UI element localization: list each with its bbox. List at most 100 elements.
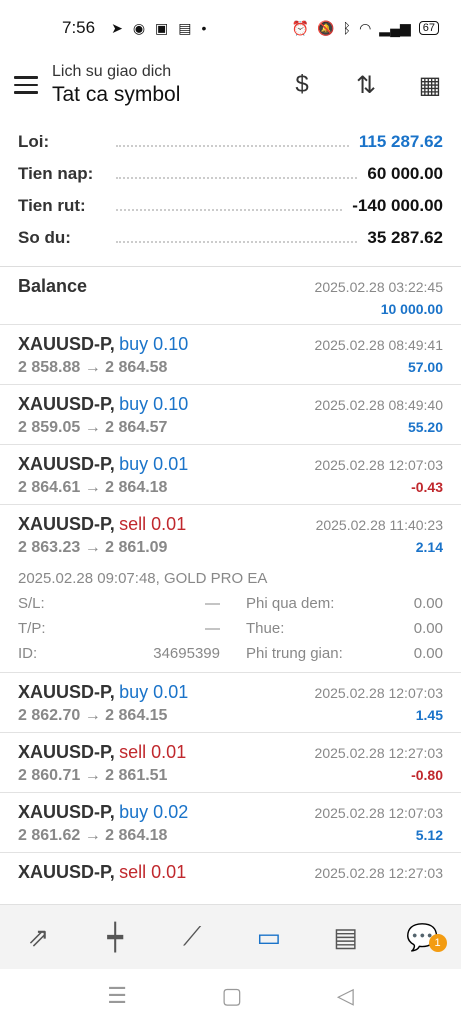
bottom-nav: ⇗ ┿ ⟋ ▭ ▤ 💬 1	[0, 904, 461, 969]
home-icon[interactable]: ▢	[222, 983, 243, 1009]
deal-time: 2025.02.28 03:22:45	[314, 279, 443, 295]
deal-row[interactable]: XAUUSD-P, sell 0.01 2025.02.28 12:27:03	[0, 853, 461, 890]
deal-side: buy 0.10	[119, 334, 189, 354]
menu-icon[interactable]	[14, 76, 38, 94]
sl-label: S/L:	[18, 595, 45, 612]
leader-dots	[116, 233, 358, 243]
page-title: Tat ca symbol	[52, 83, 181, 106]
calendar-icon[interactable]: ▦	[413, 71, 447, 100]
tp-value: —	[205, 620, 220, 637]
zalo-icon: ▣	[155, 19, 169, 36]
summary-label: Tien rut:	[18, 196, 86, 215]
summary-row-withdrawal: Tien rut: -140 000.00	[18, 190, 443, 222]
leader-dots	[116, 137, 349, 147]
back-icon[interactable]: ◁	[337, 983, 354, 1009]
deal-time: 2025.02.28 12:27:03	[314, 865, 443, 881]
deal-profit: 57.00	[407, 359, 443, 375]
page-subtitle: Lich su giao dich	[52, 63, 172, 80]
chat-badge: 1	[428, 933, 447, 952]
deal-symbol: XAUUSD-P,	[18, 742, 115, 762]
summary-row-balance: So du: 35 287.62	[18, 222, 443, 254]
id-value: 34695399	[153, 645, 220, 662]
deal-prices: 2 863.23 → 2 861.09	[18, 539, 168, 556]
deal-prices: 2 861.62 → 2 864.18	[18, 827, 168, 844]
summary-label: So du:	[18, 228, 71, 247]
deal-profit: 2.14	[415, 539, 443, 555]
summary-value: 115 287.62	[358, 132, 443, 151]
trade-icon[interactable]: ⟋	[170, 921, 214, 953]
deal-profit: -0.43	[411, 479, 443, 495]
app-bar: Lich su giao dich Tat ca symbol $ ⇅ ▦	[0, 56, 461, 114]
system-nav: ☰ ▢ ◁	[0, 968, 461, 1024]
chart-candles-icon[interactable]: ┿	[93, 922, 137, 953]
summary-label: Loi:	[18, 132, 50, 151]
summary-label: Tien nap:	[18, 164, 94, 183]
deal-time: 2025.02.28 12:07:03	[314, 457, 443, 473]
deal-profit: 5.12	[415, 827, 443, 843]
deal-symbol: XAUUSD-P,	[18, 334, 115, 354]
recents-icon[interactable]: ☰	[107, 983, 127, 1009]
dot-icon: •	[201, 20, 207, 36]
balance-row[interactable]: Balance 2025.02.28 03:22:45 10 000.00	[0, 267, 461, 325]
deal-prices: 2 859.05 → 2 864.57	[18, 419, 168, 436]
deal-row[interactable]: XAUUSD-P, buy 0.02 2025.02.28 12:07:03 2 …	[0, 793, 461, 853]
deal-row[interactable]: XAUUSD-P, buy 0.01 2025.02.28 12:07:03 2 …	[0, 445, 461, 505]
news-icon[interactable]: ▤	[324, 922, 368, 953]
deal-row[interactable]: XAUUSD-P, sell 0.01 2025.02.28 12:27:03 2…	[0, 733, 461, 793]
deal-row[interactable]: XAUUSD-P, buy 0.01 2025.02.28 12:07:03 2 …	[0, 673, 461, 733]
chat-icon[interactable]: 💬 1	[401, 922, 447, 953]
deal-row-expanded[interactable]: XAUUSD-P, sell 0.01 2025.02.28 11:40:23 2…	[0, 505, 461, 564]
sort-icon[interactable]: ⇅	[349, 71, 383, 100]
balance-label: Balance	[18, 276, 88, 296]
leader-dots	[116, 201, 343, 211]
deal-side: buy 0.01	[119, 682, 189, 702]
summary-panel: Loi: 115 287.62 Tien nap: 60 000.00 Tien…	[0, 114, 461, 267]
deal-side: buy 0.10	[119, 394, 189, 414]
balance-amount: 10 000.00	[380, 301, 443, 317]
tp-label: T/P:	[18, 620, 46, 637]
deal-prices: 2 858.88 → 2 864.58	[18, 359, 168, 376]
summary-row-profit: Loi: 115 287.62	[18, 126, 443, 158]
deal-prices: 2 860.71 → 2 861.51	[18, 767, 168, 784]
battery-icon: 67	[418, 21, 439, 35]
tax-value: 0.00	[413, 620, 443, 637]
signal-icon: ▂▄▆	[379, 19, 411, 36]
summary-row-deposit: Tien nap: 60 000.00	[18, 158, 443, 190]
deal-symbol: XAUUSD-P,	[18, 514, 115, 534]
deal-time: 2025.02.28 08:49:41	[314, 337, 443, 353]
deal-row[interactable]: XAUUSD-P, buy 0.10 2025.02.28 08:49:40 2 …	[0, 385, 461, 445]
swap-label: Phi qua dem:	[246, 595, 335, 612]
summary-value: 60 000.00	[367, 164, 443, 183]
deal-symbol: XAUUSD-P,	[18, 862, 115, 882]
summary-value: 35 287.62	[367, 228, 443, 247]
deal-side: buy 0.01	[119, 454, 189, 474]
deal-details: 2025.02.28 09:07:48, GOLD PRO EA S/L: — …	[0, 564, 461, 673]
quotes-icon[interactable]: ⇗	[16, 922, 60, 953]
deal-profit: 1.45	[415, 707, 443, 723]
app-icon: ◉	[132, 19, 146, 36]
deal-symbol: XAUUSD-P,	[18, 802, 115, 822]
leader-dots	[116, 169, 358, 179]
deal-prices: 2 864.61 → 2 864.18	[18, 479, 168, 496]
history-inbox-icon[interactable]: ▭	[247, 922, 291, 953]
summary-value: -140 000.00	[352, 196, 443, 215]
deal-prices: 2 862.70 → 2 864.15	[18, 707, 168, 724]
status-time: 7:56	[62, 18, 96, 37]
deal-symbol: XAUUSD-P,	[18, 394, 115, 414]
deal-side: sell 0.01	[119, 862, 187, 882]
deal-time: 2025.02.28 08:49:40	[314, 397, 443, 413]
title-block[interactable]: Lich su giao dich Tat ca symbol	[52, 63, 285, 107]
deal-row[interactable]: XAUUSD-P, buy 0.10 2025.02.28 08:49:41 2 …	[0, 325, 461, 385]
deal-side: sell 0.01	[119, 514, 187, 534]
deal-profit: 55.20	[407, 419, 443, 435]
bluetooth-icon: ᛒ	[342, 20, 352, 36]
deal-time: 2025.02.28 12:07:03	[314, 685, 443, 701]
tax-label: Thue:	[246, 620, 285, 637]
status-bar: 7:56 ➤ ◉ ▣ ▤ • ⏰ 🔕 ᛒ ◠ ▂▄▆ 67	[0, 0, 461, 56]
commission-value: 0.00	[413, 645, 443, 662]
currency-exchange-icon[interactable]: $	[285, 71, 319, 99]
sl-value: —	[205, 595, 220, 612]
wifi-icon: ◠	[359, 19, 372, 36]
alarm-icon: ⏰	[291, 19, 310, 36]
deal-time: 2025.02.28 12:07:03	[314, 805, 443, 821]
